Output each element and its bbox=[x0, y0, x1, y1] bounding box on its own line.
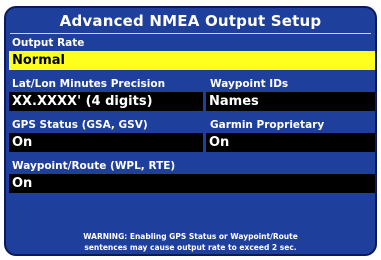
warning-line-2: sentences may cause output rate to excee… bbox=[84, 243, 297, 252]
garmin-proprietary-field[interactable]: On bbox=[206, 133, 375, 152]
warning-line-1: WARNING: Enabling GPS Status or Waypoint… bbox=[83, 232, 298, 241]
gps-status-label: GPS Status (GSA, GSV) bbox=[12, 119, 148, 131]
warning-message: WARNING: Enabling GPS Status or Waypoint… bbox=[6, 231, 375, 253]
waypoint-route-label: Waypoint/Route (WPL, RTE) bbox=[12, 160, 176, 172]
waypoint-route-field[interactable]: On bbox=[9, 174, 375, 193]
output-rate-field[interactable]: Normal bbox=[9, 51, 375, 70]
gps-status-field[interactable]: On bbox=[9, 133, 203, 152]
latlon-precision-label: Lat/Lon Minutes Precision bbox=[12, 78, 166, 90]
page-title: Advanced NMEA Output Setup bbox=[59, 12, 322, 30]
title-divider bbox=[10, 33, 371, 34]
latlon-precision-field[interactable]: XX.XXXX' (4 digits) bbox=[9, 92, 203, 111]
nmea-setup-page: Advanced NMEA Output Setup Output Rate N… bbox=[4, 6, 377, 256]
garmin-proprietary-label: Garmin Proprietary bbox=[210, 119, 325, 131]
waypoint-ids-field[interactable]: Names bbox=[206, 92, 375, 111]
waypoint-ids-label: Waypoint IDs bbox=[210, 78, 289, 90]
output-rate-label: Output Rate bbox=[12, 37, 85, 49]
